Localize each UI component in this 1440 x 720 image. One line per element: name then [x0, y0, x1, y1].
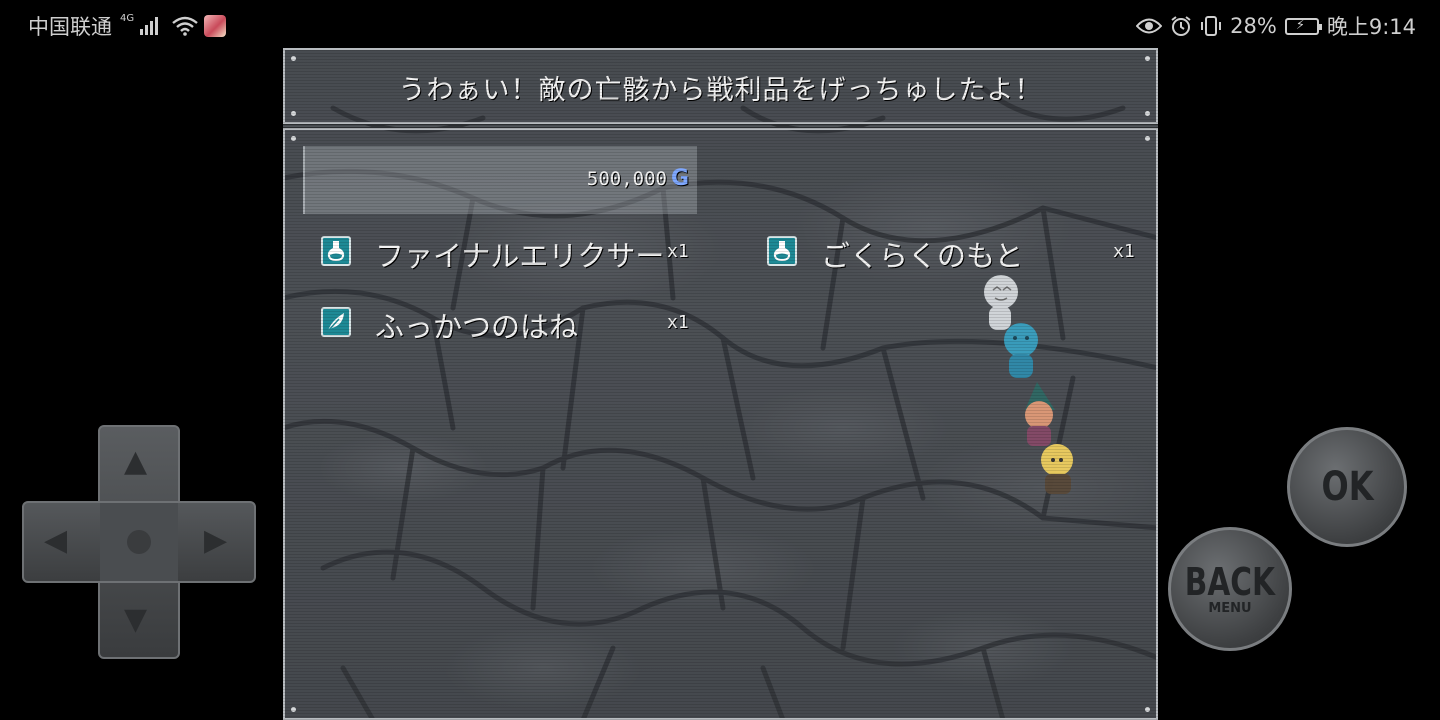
- rivet: [1145, 56, 1150, 61]
- message-window: うわぁい！敵の亡骸から戦利品をげっちゅしたよ！: [283, 48, 1158, 125]
- ok-button[interactable]: OK: [1287, 427, 1407, 547]
- dpad[interactable]: ▲ ▼ ◀ ▶: [22, 425, 256, 659]
- rivet: [1145, 111, 1150, 116]
- gold-unit: G: [670, 166, 689, 191]
- dpad-center-dot: [127, 530, 151, 554]
- rivet: [291, 56, 296, 61]
- rivet: [1145, 707, 1150, 712]
- eye-icon: [1136, 18, 1163, 34]
- clock-time: 晚上9:14: [1326, 15, 1416, 39]
- dpad-left-icon[interactable]: ◀: [44, 526, 67, 556]
- rivet: [291, 136, 296, 141]
- signal-icon: [140, 17, 159, 35]
- loot-item[interactable]: ファイナルエリクサー x1: [321, 234, 691, 274]
- dpad-down-icon[interactable]: ▼: [124, 605, 147, 635]
- status-bar: 中国联通 4G 28% ⚡ 晚上9:14: [0, 0, 1440, 48]
- back-button-label: BACK: [1184, 559, 1276, 604]
- status-right: 28% ⚡ 晚上9:14: [1136, 11, 1416, 41]
- ok-button-label: OK: [1321, 464, 1373, 510]
- item-name: ふっかつのはね: [375, 310, 579, 344]
- status-left: 中国联通 4G: [28, 11, 227, 41]
- witch-sprite: [1025, 382, 1055, 446]
- gold-reward: 500,000 G: [303, 146, 697, 214]
- ghost-sprite-white: [984, 275, 1018, 330]
- rivet: [1145, 136, 1150, 141]
- rivet: [291, 707, 296, 712]
- app-notification-icon: [204, 15, 227, 37]
- game-screen[interactable]: うわぁい！敵の亡骸から戦利品をげっちゅしたよ！ 500,000 G ファイナルエ…: [283, 48, 1158, 720]
- battery-icon: ⚡: [1284, 17, 1322, 35]
- item-name: ファイナルエリクサー: [375, 239, 665, 273]
- carrier-name: 中国联通: [28, 15, 112, 39]
- party-sprites: [984, 275, 1073, 494]
- potion-icon: [321, 236, 351, 266]
- back-menu-button[interactable]: BACK MENU: [1168, 527, 1292, 651]
- gold-amount: 500,000: [586, 168, 667, 190]
- rivet: [291, 111, 296, 116]
- battle-result-message: うわぁい！敵の亡骸から戦利品をげっちゅしたよ！: [398, 75, 1043, 106]
- feather-icon: [321, 307, 351, 337]
- item-quantity: x1: [1113, 241, 1135, 262]
- vibrate-icon: [1201, 16, 1222, 36]
- battery-percent: 28%: [1230, 14, 1277, 38]
- item-quantity: x1: [667, 312, 689, 333]
- blonde-hero-sprite: [1041, 444, 1073, 494]
- alarm-icon: [1171, 16, 1191, 36]
- potion-icon: [767, 236, 797, 266]
- item-name: ごくらくのもと: [821, 239, 1024, 273]
- item-quantity: x1: [667, 241, 689, 262]
- dpad-up-icon[interactable]: ▲: [124, 447, 147, 477]
- network-type: 4G: [120, 12, 135, 24]
- loot-item[interactable]: ごくらくのもと x1: [767, 234, 1135, 274]
- dpad-right-icon[interactable]: ▶: [204, 526, 227, 556]
- wifi-icon: [172, 16, 198, 36]
- slime-sprite-blue: [1004, 323, 1038, 378]
- loot-item[interactable]: ふっかつのはね x1: [321, 305, 691, 345]
